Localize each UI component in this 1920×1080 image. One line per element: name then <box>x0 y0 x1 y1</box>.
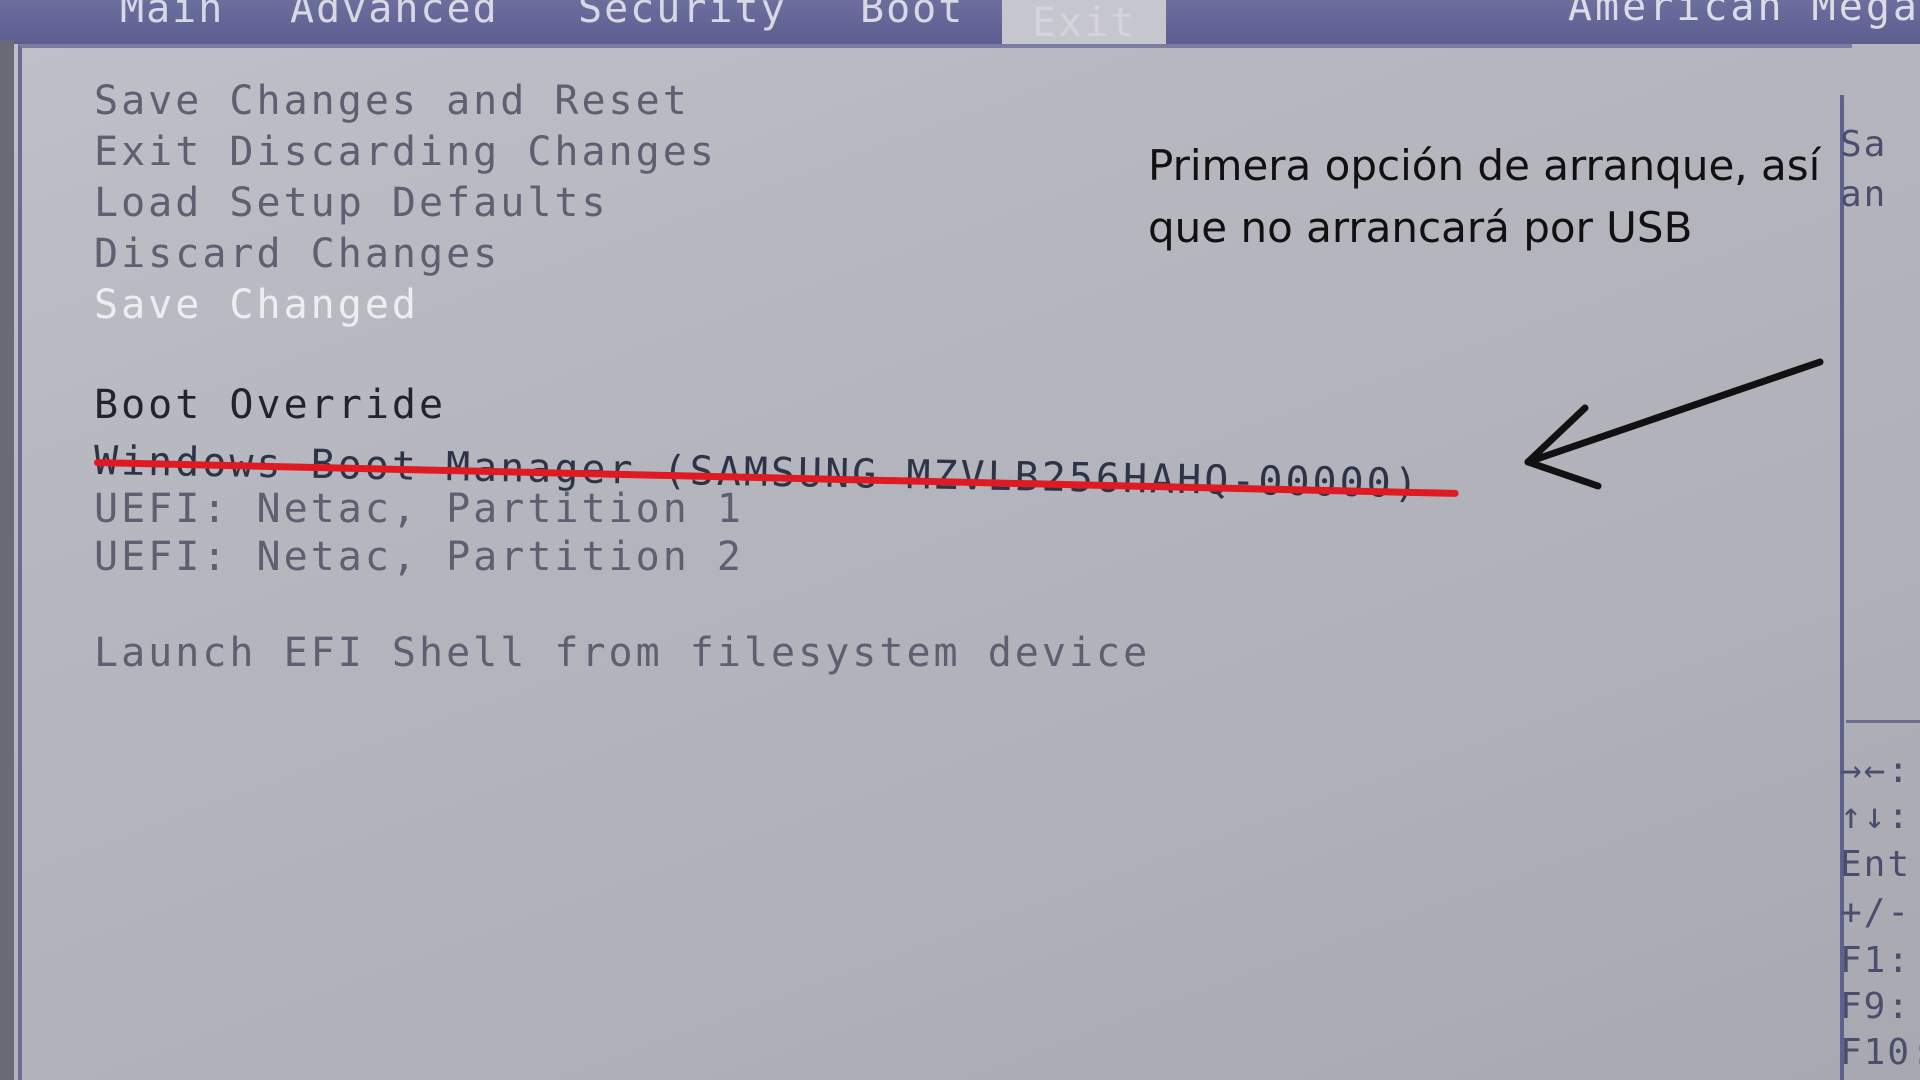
tab-exit[interactable]: Exit <box>1002 0 1167 44</box>
boot-option-uefi-netac-partition-2[interactable]: UEFI: Netac, Partition 2 <box>94 534 744 580</box>
help-key-f10: F10: <box>1840 1032 1920 1073</box>
help-key-select-item: ↑↓: <box>1840 796 1912 837</box>
help-key-select-screen: →←: <box>1840 750 1912 791</box>
help-separator <box>1846 720 1920 723</box>
arrow-icon <box>1524 358 1824 490</box>
tab-boot[interactable]: Boot <box>860 0 964 32</box>
bios-vendor: American Mega <box>1567 0 1920 30</box>
menu-item-exit-discarding-changes[interactable]: Exit Discarding Changes <box>94 129 717 175</box>
menu-item-save-changes-and-reset[interactable]: Save Changes and Reset <box>94 78 690 124</box>
tab-advanced[interactable]: Advanced <box>290 0 499 32</box>
help-key-f1: F1: <box>1840 940 1912 981</box>
annotation-note: Primera opción de arranque, así que no a… <box>1148 141 1821 252</box>
bios-screen: Main Advanced Security Boot Exit America… <box>0 0 1920 1080</box>
help-description-line-1: Sa <box>1840 124 1888 165</box>
bios-menu-bar: Main Advanced Security Boot Exit America… <box>0 0 1920 44</box>
menu-item-save-changed[interactable]: Save Changed <box>94 282 419 328</box>
help-key-f9: F9: <box>1840 986 1912 1027</box>
menu-item-launch-efi-shell[interactable]: Launch EFI Shell from filesystem device <box>94 630 1150 676</box>
help-description-line-2: an <box>1840 174 1888 215</box>
help-key-change-opt: +/- <box>1840 892 1912 933</box>
boot-override-heading: Boot Override <box>94 382 447 428</box>
menu-item-load-setup-defaults[interactable]: Load Setup Defaults <box>94 180 609 226</box>
screen-bezel-edge <box>0 40 14 1080</box>
help-key-enter: Ent <box>1840 844 1912 885</box>
menu-item-discard-changes[interactable]: Discard Changes <box>94 231 500 277</box>
tab-security[interactable]: Security <box>578 0 787 32</box>
tab-main[interactable]: Main <box>120 0 224 32</box>
boot-option-uefi-netac-partition-1[interactable]: UEFI: Netac, Partition 1 <box>94 486 744 532</box>
